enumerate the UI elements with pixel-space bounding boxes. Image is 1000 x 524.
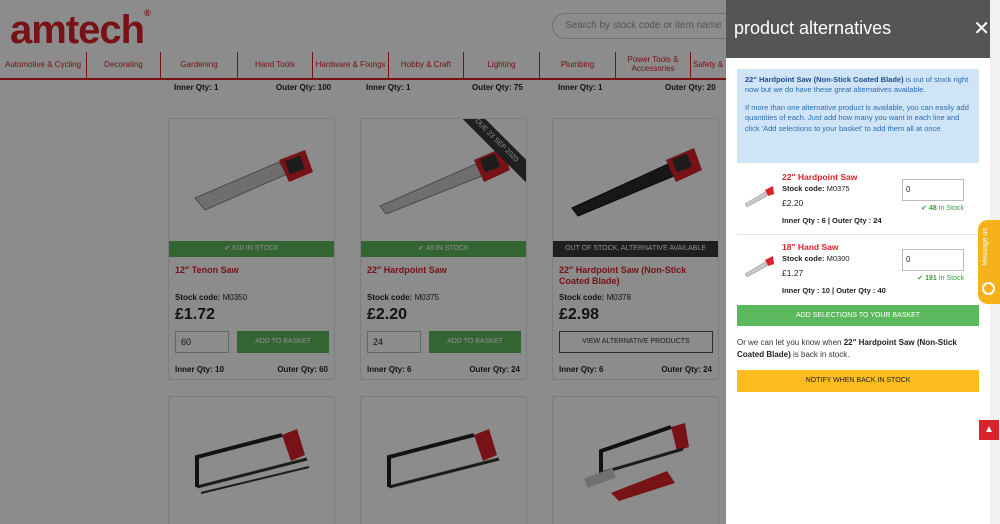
notify-text-post: is back in stock. bbox=[790, 349, 850, 359]
alternative-pack-qty: Inner Qty : 6 | Outer Qty : 24 bbox=[782, 216, 882, 225]
stock-count: 48 bbox=[928, 205, 937, 212]
alternative-stock-code: Stock code: M0375 bbox=[782, 184, 850, 193]
divider bbox=[737, 234, 979, 235]
stock-code-label: Stock code: bbox=[782, 184, 825, 193]
stock-code-value: M0375 bbox=[826, 184, 850, 193]
notify-text-pre: Or we can let you know when bbox=[737, 338, 844, 347]
add-selections-button[interactable]: ADD SELECTIONS TO YOUR BASKET bbox=[737, 305, 979, 326]
hardpoint-saw-icon[interactable] bbox=[743, 184, 775, 208]
chat-bubble-icon bbox=[982, 282, 995, 295]
stock-code-value: M0300 bbox=[826, 254, 850, 263]
alternative-pack-qty: Inner Qty : 10 | Outer Qty : 40 bbox=[782, 286, 886, 295]
alternative-item: 22" Hardpoint Saw Stock code: M0375 £2.2… bbox=[737, 170, 979, 234]
stock-text: In Stock bbox=[936, 275, 964, 282]
product-alternatives-panel: product alternatives ✕ 22" Hardpoint Saw… bbox=[726, 0, 1000, 524]
out-of-stock-info-box: 22" Hardpoint Saw (Non-Stick Coated Blad… bbox=[737, 69, 979, 163]
info-paragraph-2: If more than one alternative product is … bbox=[745, 103, 969, 133]
alternative-quantity-input[interactable]: 0 bbox=[902, 179, 964, 201]
alternative-price: £2.20 bbox=[782, 198, 804, 208]
stock-text: In Stock bbox=[936, 205, 964, 212]
stock-code-label: Stock code: bbox=[782, 254, 825, 263]
back-to-top-icon[interactable]: ▲ bbox=[979, 420, 999, 440]
notify-back-in-stock-button[interactable]: NOTIFY WHEN BACK IN STOCK bbox=[737, 370, 979, 392]
modal-backdrop[interactable] bbox=[0, 0, 726, 524]
message-us-label: Message us bbox=[982, 228, 989, 266]
alternative-price: £1.27 bbox=[782, 268, 804, 278]
alternative-quantity-input[interactable]: 0 bbox=[902, 249, 964, 271]
alternative-stock-code: Stock code: M0300 bbox=[782, 254, 850, 263]
check-icon: ✔ bbox=[917, 275, 926, 282]
info-product-name: 22" Hardpoint Saw (Non-Stick Coated Blad… bbox=[745, 75, 904, 84]
check-icon: ✔ bbox=[921, 205, 929, 212]
hand-saw-icon[interactable] bbox=[743, 254, 775, 278]
alternative-name-link[interactable]: 18" Hand Saw bbox=[782, 242, 838, 252]
panel-title: product alternatives bbox=[734, 18, 892, 38]
notify-message: Or we can let you know when 22" Hardpoin… bbox=[737, 337, 979, 360]
alternative-item: 18" Hand Saw Stock code: M0300 £1.27 Inn… bbox=[737, 240, 979, 304]
stock-count: 191 bbox=[925, 275, 937, 282]
alternative-stock-status: ✔ 191 In Stock bbox=[917, 274, 964, 282]
panel-header: product alternatives ✕ bbox=[726, 0, 1000, 58]
close-icon[interactable]: ✕ bbox=[973, 19, 990, 39]
message-us-tab[interactable]: Message us bbox=[978, 220, 1000, 304]
alternative-name-link[interactable]: 22" Hardpoint Saw bbox=[782, 172, 857, 182]
alternative-stock-status: ✔ 48 In Stock bbox=[921, 204, 964, 212]
info-paragraph-1: 22" Hardpoint Saw (Non-Stick Coated Blad… bbox=[745, 75, 971, 95]
